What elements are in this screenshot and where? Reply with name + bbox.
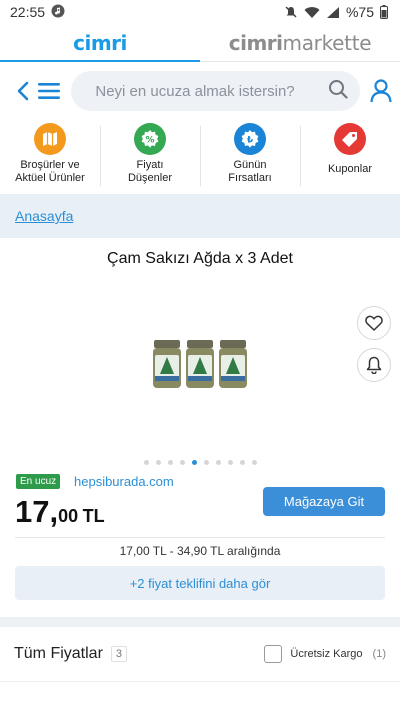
carousel-dot[interactable]: [227, 460, 233, 465]
svg-text:₺: ₺: [247, 136, 254, 146]
battery-percent: %75: [345, 4, 374, 20]
price: 17,00 TL: [15, 494, 105, 530]
mute-icon: [284, 5, 298, 19]
price-range: 17,00 TL - 34,90 TL aralığında: [119, 544, 281, 558]
seller-link[interactable]: hepsiburada.com: [74, 474, 174, 489]
bell-icon: [366, 356, 382, 374]
carousel-dot[interactable]: [179, 460, 185, 465]
lira-badge-icon: ₺: [234, 123, 266, 155]
wifi-icon: [304, 6, 320, 19]
search-bar: [71, 71, 361, 111]
svg-text:%: %: [145, 135, 154, 145]
more-offers-button[interactable]: +2 fiyat teklifini daha gör: [15, 566, 385, 600]
price-main: 17,: [15, 494, 59, 529]
category-label: Günün Fırsatları: [228, 159, 272, 184]
account-button[interactable]: [368, 78, 394, 104]
carousel-dot[interactable]: [167, 460, 173, 465]
back-button[interactable]: [10, 78, 36, 104]
breadcrumb-home-link[interactable]: Anasayfa: [15, 208, 73, 224]
music-note-icon: [51, 4, 65, 21]
image-carousel-indicator: [0, 460, 400, 465]
hamburger-icon: [37, 83, 60, 99]
go-to-store-button[interactable]: Mağazaya Git: [263, 487, 385, 516]
battery-icon: [380, 5, 388, 19]
category-price-drops[interactable]: % Fiyatı Düşenler: [100, 120, 200, 194]
jar-1: [153, 340, 181, 388]
section-gap: [0, 617, 400, 627]
category-shortcuts: Broşürler ve Aktüel Ürünler % Fiyatı Düş…: [0, 120, 400, 194]
category-label: Fiyatı Düşenler: [127, 159, 173, 184]
carousel-dot[interactable]: [203, 460, 209, 465]
divider: [15, 537, 385, 538]
free-shipping-count: (1): [372, 648, 386, 660]
product-title: Çam Sakızı Ağda x 3 Adet: [107, 250, 293, 267]
user-icon: [370, 79, 392, 103]
jar-3: [219, 340, 247, 388]
app-root: 22:55 %75 cimri cimrimarkette Neyi en uc…: [0, 0, 400, 711]
cheapest-badge: En ucuz: [16, 474, 61, 489]
price-alert-button[interactable]: [357, 348, 391, 382]
brand-tabs: cimri cimrimarkette: [0, 24, 400, 62]
divider: [0, 681, 400, 682]
tab-cimri[interactable]: cimri: [0, 24, 200, 62]
carousel-dot[interactable]: [155, 460, 161, 465]
all-prices-header: Tüm Fiyatlar 3 Ücretsiz Kargo (1): [0, 627, 400, 681]
free-shipping-label[interactable]: Ücretsiz Kargo: [290, 648, 362, 660]
carousel-dot[interactable]: [239, 460, 245, 465]
status-time: 22:55: [10, 4, 46, 20]
jar-2: [186, 340, 214, 388]
all-prices-title: Tüm Fiyatlar: [14, 645, 103, 662]
cimri-markette-logo: cimrimarkette: [228, 31, 372, 55]
header: [0, 62, 400, 120]
map-icon: [34, 123, 66, 155]
tab-cimri-markette[interactable]: cimrimarkette: [200, 24, 400, 62]
chevron-left-icon: [17, 81, 29, 101]
category-brochures[interactable]: Broşürler ve Aktüel Ürünler: [0, 120, 100, 194]
free-shipping-checkbox[interactable]: [264, 645, 283, 663]
category-daily-deals[interactable]: ₺ Günün Fırsatları: [200, 120, 300, 194]
category-label: Kuponlar: [327, 163, 373, 175]
carousel-dot[interactable]: [191, 460, 197, 465]
status-bar: 22:55 %75: [0, 0, 400, 24]
tag-icon: [334, 123, 366, 155]
carousel-dot[interactable]: [143, 460, 149, 465]
percent-badge-icon: %: [134, 123, 166, 155]
search-input[interactable]: [95, 82, 329, 100]
carousel-dot[interactable]: [251, 460, 257, 465]
product-image[interactable]: [150, 338, 250, 390]
heart-icon: [365, 315, 383, 331]
price-currency: TL: [82, 506, 105, 526]
cimri-logo: cimri: [73, 31, 127, 55]
menu-button[interactable]: [36, 78, 62, 104]
price-decimal: 00: [58, 506, 79, 526]
search-icon[interactable]: [328, 79, 348, 104]
carousel-dot[interactable]: [215, 460, 221, 465]
all-prices-count: 3: [110, 646, 128, 662]
signal-icon: [326, 6, 340, 19]
favorite-button[interactable]: [357, 306, 391, 340]
category-label: Broşürler ve Aktüel Ürünler: [15, 159, 85, 184]
breadcrumb: Anasayfa: [0, 194, 400, 238]
category-coupons[interactable]: Kuponlar: [300, 120, 400, 194]
